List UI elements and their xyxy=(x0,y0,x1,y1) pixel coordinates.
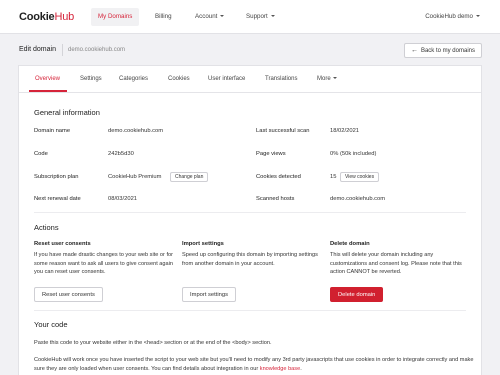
tab-translations[interactable]: Translations xyxy=(265,76,297,82)
tab-categories[interactable]: Categories xyxy=(119,76,148,82)
change-plan-button[interactable]: Change plan xyxy=(170,172,209,182)
import-settings-button[interactable]: Import settings xyxy=(182,287,237,302)
top-navbar: CookieHub My Domains Billing Account Sup… xyxy=(0,0,500,34)
page-title: Edit domain xyxy=(19,46,56,53)
nav-billing-label: Billing xyxy=(155,13,172,20)
cookiehub-logo[interactable]: CookieHub xyxy=(19,11,74,23)
reset-consents-button[interactable]: Reset user consents xyxy=(34,287,103,302)
page-subheader: Edit domain demo.cookiehub.com ← Back to … xyxy=(0,35,500,65)
import-settings-heading: Import settings xyxy=(182,241,224,247)
chevron-down-icon xyxy=(270,15,275,17)
nav-account-label: Account xyxy=(195,13,218,20)
renewal-value: 08/03/2021 xyxy=(108,196,138,202)
plan-value: CookieHub Premium xyxy=(108,174,162,180)
your-code-instructions: Paste this code to your website either i… xyxy=(34,340,272,346)
code-label: Code xyxy=(34,151,48,157)
last-scan-value: 18/02/2021 xyxy=(330,128,360,134)
general-info-heading: General information xyxy=(34,108,100,117)
page-views-value: 0% (50k included) xyxy=(330,151,377,157)
tab-cookies[interactable]: Cookies xyxy=(168,76,190,82)
cookies-detected-label: Cookies detected xyxy=(256,174,301,180)
last-scan-label: Last successful scan xyxy=(256,128,310,134)
tab-user-interface[interactable]: User interface xyxy=(208,76,245,82)
nav-billing[interactable]: Billing xyxy=(148,8,179,26)
your-code-heading: Your code xyxy=(34,320,68,329)
reset-consents-description: If you have made drastic changes to your… xyxy=(34,252,173,275)
active-tab-indicator xyxy=(29,90,67,92)
user-menu-label: CookieHub demo xyxy=(425,13,473,20)
reset-consents-heading: Reset user consents xyxy=(34,241,91,247)
actions-heading: Actions xyxy=(34,223,59,232)
code-value: 242b5d30 xyxy=(108,151,134,157)
plan-label: Subscription plan xyxy=(34,174,79,180)
import-settings-description: Speed up configuring this domain by impo… xyxy=(182,252,318,267)
integration-note-end: . xyxy=(300,365,302,372)
delete-domain-button[interactable]: Delete domain xyxy=(330,287,384,302)
scanned-hosts-value: demo.cookiehub.com xyxy=(330,196,386,202)
nav-support[interactable]: Support xyxy=(239,8,282,26)
breadcrumb-domain: demo.cookiehub.com xyxy=(68,47,126,53)
tab-more[interactable]: More xyxy=(317,76,337,82)
nav-account[interactable]: Account xyxy=(188,8,231,26)
back-to-domains-button[interactable]: ← Back to my domains xyxy=(403,43,482,58)
arrow-left-icon: ← xyxy=(410,47,418,54)
main-panel: Overview Settings Categories Cookies Use… xyxy=(18,65,482,375)
nav-support-label: Support xyxy=(246,13,268,20)
scanned-hosts-label: Scanned hosts xyxy=(256,196,295,202)
logo-text-hub: Hub xyxy=(54,11,75,23)
tab-overview[interactable]: Overview xyxy=(35,76,60,82)
integration-note-text: CookieHub will work once you have insert… xyxy=(34,357,474,372)
chevron-down-icon xyxy=(476,15,480,17)
nav-my-domains[interactable]: My Domains xyxy=(91,8,140,26)
logo-text-cookie: Cookie xyxy=(19,11,55,23)
renewal-label: Next renewal date xyxy=(34,196,81,202)
tab-settings[interactable]: Settings xyxy=(80,76,102,82)
nav-my-domains-label: My Domains xyxy=(98,13,133,20)
tab-bar: Overview Settings Categories Cookies Use… xyxy=(19,66,481,93)
page-views-label: Page views xyxy=(256,151,286,157)
delete-domain-heading: Delete domain xyxy=(330,241,370,247)
chevron-down-icon xyxy=(332,77,337,79)
back-to-domains-label: Back to my domains xyxy=(420,48,475,54)
chevron-down-icon xyxy=(220,15,225,17)
knowledge-base-link[interactable]: knowledge base xyxy=(260,366,300,372)
delete-domain-description: This will delete your domain including a… xyxy=(330,252,462,275)
integration-note: CookieHub will work once you have insert… xyxy=(34,356,474,373)
divider xyxy=(34,310,466,311)
divider xyxy=(34,212,466,213)
domain-name-value: demo.cookiehub.com xyxy=(108,128,164,134)
view-cookies-button[interactable]: View cookies xyxy=(340,172,380,182)
title-divider xyxy=(62,44,63,56)
cookies-detected-value: 15 xyxy=(330,174,337,180)
tab-more-label: More xyxy=(317,76,331,82)
domain-name-label: Domain name xyxy=(34,128,71,134)
user-menu[interactable]: CookieHub demo xyxy=(425,8,480,26)
